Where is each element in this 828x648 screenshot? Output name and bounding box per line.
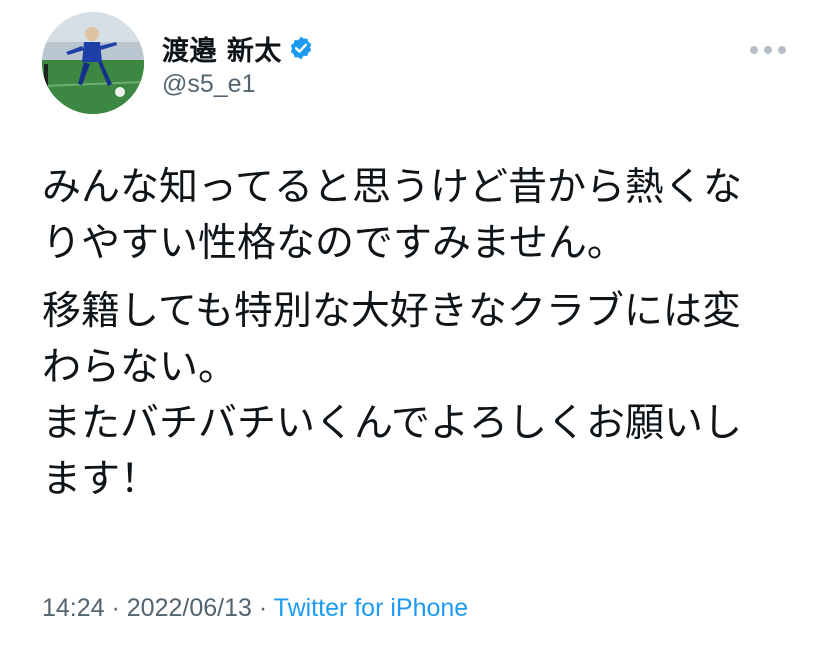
tweet-date[interactable]: 2022/06/13 <box>127 594 252 622</box>
user-info: 渡邉 新太 @s5_e1 <box>162 32 314 99</box>
tweet-line: 移籍しても特別な大好きなクラブには変 <box>42 289 741 334</box>
tweet-source-link[interactable]: Twitter for iPhone <box>274 594 469 622</box>
more-dot <box>778 46 786 54</box>
more-dot <box>750 46 758 54</box>
tweet-header: 渡邉 新太 @s5_e1 <box>42 12 786 116</box>
avatar[interactable] <box>42 12 144 114</box>
tweet-text: みんな知ってると思うけど昔から熱くな りやすい性格なのですみません。 移籍しても… <box>42 160 792 520</box>
display-name-row: 渡邉 新太 <box>162 32 314 67</box>
tweet-line: またバチバチいくんでよろしくお願いし <box>42 401 743 446</box>
tweet-line: わらない。 <box>42 345 238 390</box>
meta-separator: · <box>251 594 274 622</box>
tweet-paragraph: みんな知ってると思うけど昔から熱くな りやすい性格なのですみません。 <box>42 160 792 272</box>
avatar-photo <box>42 12 144 114</box>
tweet-line: みんな知ってると思うけど昔から熱くな <box>42 165 743 210</box>
tweet-line: ます！ <box>42 457 160 502</box>
tweet-line: りやすい性格なのですみません。 <box>42 221 626 266</box>
more-options-icon[interactable] <box>750 40 786 60</box>
tweet-paragraph: 移籍しても特別な大好きなクラブには変 わらない。 またバチバチいくんでよろしくお… <box>42 284 792 508</box>
display-name[interactable]: 渡邉 新太 <box>162 29 282 68</box>
tweet-time[interactable]: 14:24 <box>42 594 105 622</box>
tweet-metadata: 14:24 · 2022/06/13 · Twitter for iPhone <box>42 594 468 623</box>
meta-separator: · <box>104 594 127 622</box>
user-handle[interactable]: @s5_e1 <box>162 70 314 99</box>
verified-badge-icon <box>290 36 312 60</box>
more-dot <box>764 46 772 54</box>
